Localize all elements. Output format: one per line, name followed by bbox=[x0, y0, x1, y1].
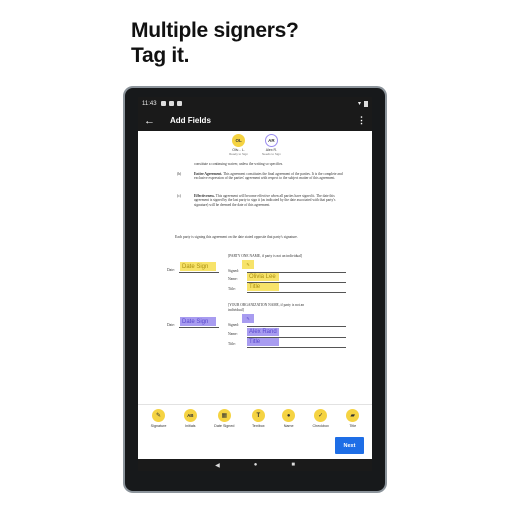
system-nav-bar: ◀ ● ■ bbox=[138, 459, 372, 471]
briefcase-icon: ▰ bbox=[346, 409, 360, 422]
nav-home-icon[interactable]: ● bbox=[254, 462, 258, 468]
tool-date-signed[interactable]: ▦ Date Signed bbox=[214, 405, 234, 433]
headline-line-1: Multiple signers? bbox=[131, 19, 299, 42]
tool-label: Date Signed bbox=[214, 424, 235, 428]
tool-title[interactable]: ▰ Title bbox=[346, 405, 360, 433]
signature-field-pen-icon[interactable]: ✎ bbox=[242, 314, 254, 323]
title-label: Title: bbox=[228, 342, 236, 346]
nav-back-icon[interactable]: ◀ bbox=[215, 462, 220, 469]
app-bar: ← Add Fields ⋮ bbox=[138, 110, 372, 131]
signed-label: Signed: bbox=[228, 269, 239, 273]
date-signed-field[interactable]: Date Sign bbox=[180, 317, 216, 326]
paragraph-heading: Effectiveness. bbox=[194, 194, 215, 198]
name-field[interactable]: Olivia Lee bbox=[247, 273, 279, 281]
paragraph-heading: Entire Agreement. bbox=[194, 172, 223, 176]
tool-label: Signature bbox=[150, 424, 167, 428]
party-two-header-cont: individual] bbox=[228, 308, 244, 312]
title-line bbox=[247, 292, 346, 293]
checkbox-icon: ✓ bbox=[314, 409, 328, 422]
title-field[interactable]: Title bbox=[247, 338, 279, 346]
document-paragraph: (b) Entire Agreement. This agreement con… bbox=[177, 172, 346, 181]
tool-initials[interactable]: AB Initials bbox=[183, 405, 197, 433]
field-toolbar: ✎ Signature AB Initials ▦ Date Signed T … bbox=[138, 404, 372, 433]
name-label: Name: bbox=[228, 277, 238, 281]
tablet-screen: 11:43 ▾ ← Add Fields ⋮ OL Oliv... L. Rea… bbox=[138, 97, 372, 471]
document-text: constitute a continuing waiver, unless t… bbox=[194, 162, 284, 166]
notification-icon bbox=[176, 101, 182, 106]
date-line bbox=[179, 327, 219, 328]
calendar-icon: ▦ bbox=[217, 409, 231, 422]
tool-label: Checkbox bbox=[312, 424, 329, 428]
date-label: Date: bbox=[167, 323, 175, 327]
status-time: 11:43 bbox=[142, 100, 157, 107]
status-bar: 11:43 ▾ bbox=[138, 97, 372, 110]
paragraph-number: (c) bbox=[177, 194, 181, 198]
page-title: Add Fields bbox=[170, 116, 211, 125]
tool-label: Textbox bbox=[251, 424, 265, 428]
signer-list: OL Oliv... L. Ready to Sign AR Alex R. N… bbox=[138, 131, 372, 161]
signer-chip[interactable]: OL Oliv... L. Ready to Sign bbox=[229, 134, 248, 156]
party-one-header: [PARTY ONE NAME, if party is not an indi… bbox=[228, 254, 303, 258]
person-icon: ● bbox=[282, 409, 296, 422]
tool-signature[interactable]: ✎ Signature bbox=[150, 405, 167, 433]
signature-field-pen-icon[interactable]: ✎ bbox=[242, 260, 254, 269]
title-label: Title: bbox=[228, 287, 236, 291]
nav-recents-icon[interactable]: ■ bbox=[291, 462, 295, 468]
tool-label: Title bbox=[349, 424, 357, 428]
back-arrow-icon[interactable]: ← bbox=[144, 115, 162, 127]
name-field[interactable]: Alex Rand bbox=[247, 328, 279, 336]
textbox-icon: T bbox=[251, 409, 265, 422]
tool-textbox[interactable]: T Textbox bbox=[251, 405, 265, 433]
headline: Multiple signers? Tag it. bbox=[131, 18, 299, 68]
paragraph-text: This agreement will become effective whe… bbox=[194, 194, 336, 207]
signed-label: Signed: bbox=[228, 323, 239, 327]
date-signed-field[interactable]: Date Sign bbox=[180, 262, 216, 271]
document-paragraph: (c) Effectiveness. This agreement will b… bbox=[177, 194, 346, 207]
headline-line-2: Tag it. bbox=[131, 44, 190, 67]
signer-status: Ready to Sign bbox=[229, 152, 248, 156]
signer-chip[interactable]: AR Alex R. Needs to Sign bbox=[262, 134, 281, 156]
date-label: Date: bbox=[167, 268, 175, 272]
signature-line bbox=[247, 326, 346, 327]
title-field[interactable]: Title bbox=[247, 283, 279, 291]
date-line bbox=[179, 272, 219, 273]
tablet-frame: 11:43 ▾ ← Add Fields ⋮ OL Oliv... L. Rea… bbox=[123, 86, 387, 493]
tool-label: Name bbox=[283, 424, 294, 428]
name-label: Name: bbox=[228, 332, 238, 336]
battery-icon bbox=[364, 100, 368, 107]
document-page: constitute a continuing waiver, unless t… bbox=[138, 161, 372, 404]
action-bar: Next bbox=[138, 433, 372, 459]
tool-name[interactable]: ● Name bbox=[282, 405, 296, 433]
notification-icons bbox=[160, 101, 182, 106]
system-icons: ▾ bbox=[358, 100, 368, 107]
tool-label: Initials bbox=[185, 424, 196, 428]
signer-status: Needs to Sign bbox=[262, 152, 281, 156]
signer-avatar: AR bbox=[264, 134, 278, 147]
title-line bbox=[247, 347, 346, 348]
initials-icon: AB bbox=[183, 409, 197, 422]
notification-icon bbox=[160, 101, 166, 106]
document-text: Each party is signing this agreement on … bbox=[175, 235, 298, 239]
party-two-header: [YOUR ORGANIZATION NAME, if party is not… bbox=[228, 303, 305, 307]
paragraph-number: (b) bbox=[177, 172, 182, 176]
signer-avatar: OL bbox=[232, 134, 246, 147]
tool-checkbox[interactable]: ✓ Checkbox bbox=[312, 405, 329, 433]
more-options-icon[interactable]: ⋮ bbox=[357, 115, 366, 126]
next-button[interactable]: Next bbox=[335, 437, 364, 454]
notification-icon bbox=[168, 101, 174, 106]
wifi-icon: ▾ bbox=[357, 101, 361, 107]
signature-icon: ✎ bbox=[152, 409, 166, 422]
